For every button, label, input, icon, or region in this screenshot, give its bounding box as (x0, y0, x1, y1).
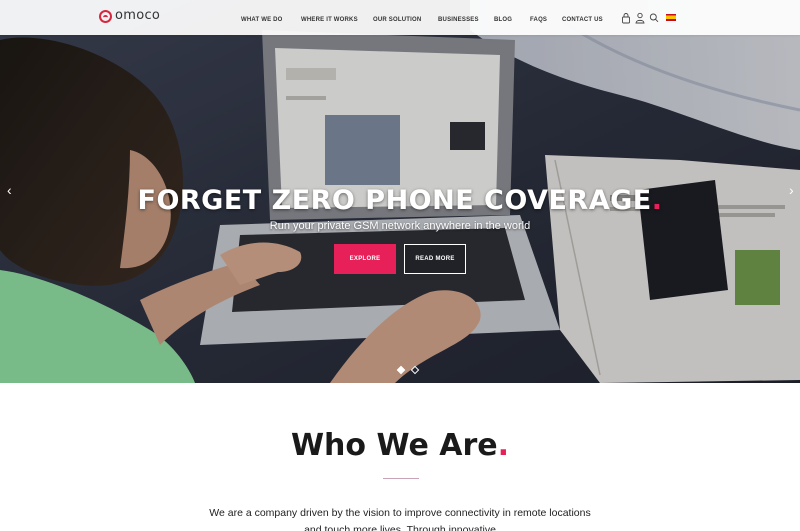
who-we-are-accent-dot: . (497, 428, 510, 463)
hero-slider: FORGET ZERO PHONE COVERAGE. Run your pri… (0, 0, 800, 383)
logo-text: omoco (115, 8, 161, 23)
who-we-are-title-text: Who We Are (290, 428, 498, 463)
nav-item-where-it-works[interactable]: WHERE IT WORKS (301, 15, 358, 25)
hero-title: FORGET ZERO PHONE COVERAGE. (0, 184, 800, 218)
nav-item-blog[interactable]: BLOG (494, 15, 512, 25)
slider-next-arrow-icon[interactable]: › (789, 183, 794, 197)
hero-subtitle: Run your private GSM network anywhere in… (269, 220, 531, 232)
hero-title-accent-dot: . (651, 185, 663, 216)
section-divider (383, 478, 419, 479)
omoco-logo[interactable]: omoco (99, 8, 160, 24)
slider-prev-arrow-icon[interactable]: ‹ (7, 183, 12, 197)
hero-title-text: FORGET ZERO PHONE COVERAGE (137, 185, 652, 216)
nav-item-contact-us[interactable]: CONTACT US (562, 15, 603, 25)
who-we-are-title: Who We Are. (0, 428, 800, 464)
user-icon[interactable] (635, 12, 645, 24)
nav-item-faqs[interactable]: FAQs (530, 15, 547, 25)
explore-button[interactable]: EXPLORE (334, 244, 396, 274)
lock-icon[interactable] (621, 12, 631, 24)
omoco-logo-icon (99, 9, 112, 23)
page: FORGET ZERO PHONE COVERAGE. Run your pri… (0, 0, 800, 531)
who-we-are-description: We are a company driven by the vision to… (209, 507, 591, 531)
read-more-button[interactable]: READ MORE (404, 244, 466, 274)
search-icon[interactable] (649, 12, 659, 24)
spain-flag-icon[interactable] (666, 14, 676, 21)
nav-item-what-we-do[interactable]: WHAT WE DO (241, 15, 283, 25)
nav-item-our-solution[interactable]: OUR SOLUTION (373, 15, 421, 25)
top-navigation-bar: omoco WHAT WE DO WHERE IT WORKS OUR SOLU… (0, 0, 800, 35)
nav-item-businesses[interactable]: BUSINESSES (438, 15, 479, 25)
